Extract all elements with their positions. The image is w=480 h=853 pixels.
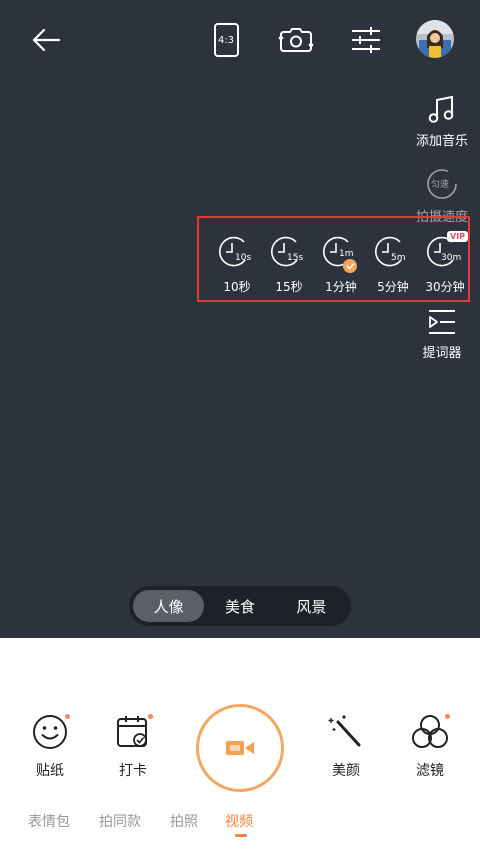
clock-icon: [219, 236, 246, 267]
flip-camera-button[interactable]: [274, 20, 318, 60]
magic-wand-icon: [328, 715, 361, 747]
clock-icon: [271, 236, 298, 267]
camera-flip-icon: [278, 28, 314, 52]
settings-button[interactable]: [344, 20, 388, 60]
notification-dot: [65, 714, 70, 719]
clock-subscript: 30m: [441, 253, 462, 263]
avatar[interactable]: [416, 20, 454, 58]
clock-subscript: 10s: [235, 253, 252, 263]
video-camera-icon: [226, 741, 254, 755]
speed-badge: 匀速: [431, 180, 450, 190]
duration-label: 10秒: [223, 280, 251, 294]
check-in-label: 打卡: [119, 763, 147, 779]
sliders-icon: [352, 27, 380, 53]
filter-button[interactable]: 滤镜: [400, 712, 460, 780]
back-arrow-icon: [32, 28, 61, 52]
vip-badge: VIP: [447, 231, 469, 242]
tab-photo[interactable]: 拍照: [170, 811, 198, 831]
speed-gauge-icon: 匀速: [426, 168, 458, 200]
duration-selector: 10s 10秒 15s 15秒 1m 1分钟 5m 5分钟 30m VIP 30…: [197, 216, 470, 302]
clock-subscript: 5m: [391, 253, 406, 263]
music-note-icon: [428, 96, 454, 123]
duration-option-5m[interactable]: 5m 5分钟: [371, 234, 415, 295]
teleprompter-button[interactable]: 提词器: [404, 308, 480, 361]
duration-option-30m[interactable]: 30m VIP 30分钟: [423, 231, 469, 295]
notification-dot: [148, 714, 153, 719]
aspect-ratio-label: 4:3: [217, 34, 235, 46]
scene-mode-selector: 人像 美食 风景: [129, 586, 351, 626]
check-in-button[interactable]: 打卡: [103, 712, 163, 780]
scene-mode-food[interactable]: 美食: [204, 590, 275, 622]
add-music-button[interactable]: 添加音乐: [404, 96, 480, 149]
add-music-label: 添加音乐: [415, 134, 468, 149]
smiley-icon: [33, 715, 67, 749]
duration-label: 30分钟: [425, 280, 465, 294]
duration-option-1m[interactable]: 1m 1分钟: [319, 234, 363, 295]
duration-label: 15秒: [275, 280, 303, 294]
aspect-ratio-button[interactable]: 4:3: [204, 20, 248, 60]
camera-viewfinder[interactable]: 4:3 添加音乐 匀速 拍摄速度 10s 10秒 15s 15秒 1m 1分钟 …: [0, 0, 480, 638]
clock-subscript: 15s: [287, 253, 304, 263]
duration-label: 1分钟: [325, 280, 357, 294]
active-tab-indicator: [235, 834, 247, 837]
beauty-button[interactable]: 美颜: [316, 712, 376, 780]
duration-option-10s[interactable]: 10s 10秒: [215, 234, 259, 295]
selected-check-icon: [343, 259, 357, 273]
scene-mode-landscape[interactable]: 风景: [276, 590, 347, 622]
duration-label: 5分钟: [377, 280, 409, 294]
scene-mode-portrait[interactable]: 人像: [133, 590, 205, 622]
notification-dot: [445, 714, 450, 719]
filter-circles-icon: [412, 715, 448, 748]
record-button[interactable]: [196, 704, 284, 792]
teleprompter-label: 提词器: [422, 346, 462, 361]
calendar-check-icon: [117, 716, 147, 747]
sticker-button[interactable]: 贴纸: [20, 712, 80, 780]
aspect-ratio-icon: 4:3: [213, 23, 239, 57]
duration-option-15s[interactable]: 15s 15秒: [267, 234, 311, 295]
tab-video[interactable]: 视频: [225, 811, 253, 831]
clock-subscript: 1m: [339, 249, 354, 259]
sticker-label: 贴纸: [36, 763, 64, 779]
beauty-label: 美颜: [332, 763, 360, 779]
tab-emoji-pack[interactable]: 表情包: [28, 811, 70, 831]
filter-label: 滤镜: [416, 763, 444, 779]
teleprompter-icon: [429, 310, 455, 334]
clock-icon: [375, 236, 402, 267]
back-button[interactable]: [24, 20, 68, 60]
tab-same-style[interactable]: 拍同款: [99, 811, 141, 831]
